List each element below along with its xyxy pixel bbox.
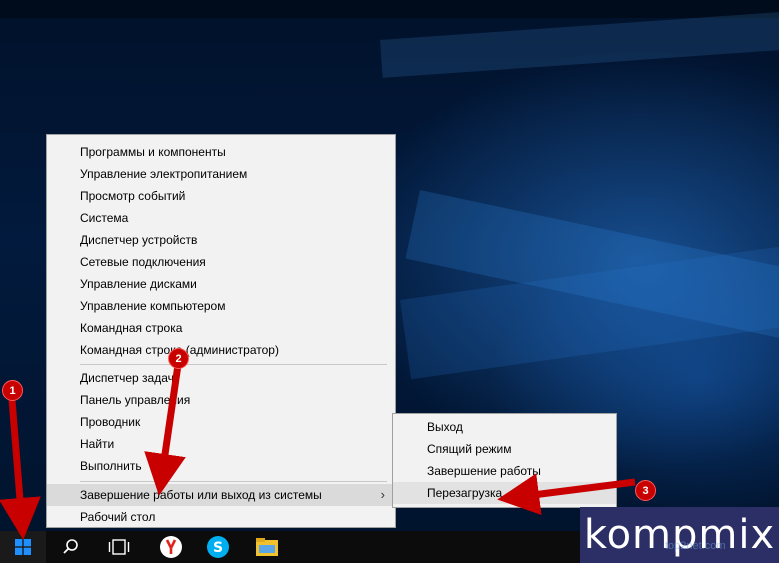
arrow-1 [0,399,41,540]
annotation-arrows [0,364,636,540]
step-badge-3: 3 [635,480,656,501]
arrow-3 [497,473,636,516]
step-badge-2: 2 [168,348,189,369]
arrow-2 [144,364,186,496]
step-badge-1: 1 [2,380,23,401]
